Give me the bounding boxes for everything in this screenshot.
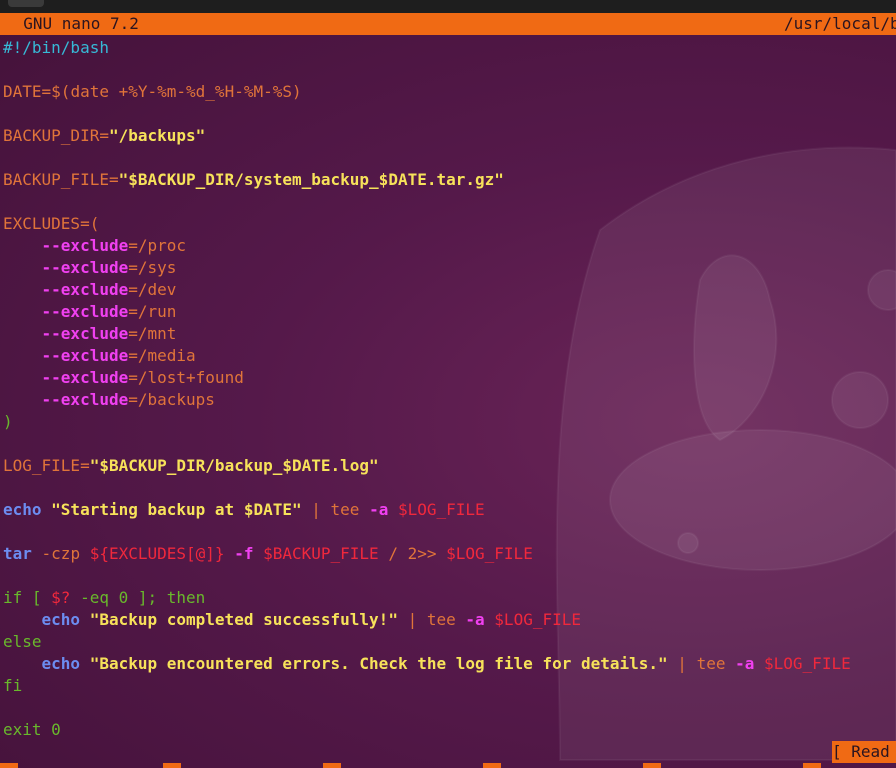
code-line-14: --exclude=/mnt bbox=[41, 324, 177, 343]
editor-text-area[interactable]: #!/bin/bash DATE=$(date +%Y-%m-%d_%H-%M-… bbox=[3, 37, 851, 741]
nano-title-bar: GNU nano 7.2 /usr/local/b bbox=[0, 13, 896, 35]
editor-version: GNU nano 7.2 bbox=[4, 14, 139, 33]
code-line-26: if [ $? -eq 0 ]; then bbox=[3, 588, 206, 607]
shortcut-bar bbox=[0, 763, 896, 768]
code-line-11: --exclude=/sys bbox=[41, 258, 177, 277]
code-line-17: --exclude=/backups bbox=[41, 390, 215, 409]
shortcut-key[interactable] bbox=[803, 763, 821, 768]
code-line-30: fi bbox=[3, 676, 23, 695]
terminal-tab[interactable] bbox=[8, 0, 44, 7]
code-line-28: else bbox=[3, 632, 42, 651]
code-line-10: --exclude=/proc bbox=[41, 236, 187, 255]
status-message: [ Read bbox=[832, 741, 896, 763]
code-line-13: --exclude=/run bbox=[41, 302, 177, 321]
code-line-32: exit 0 bbox=[3, 720, 61, 739]
shortcut-key[interactable] bbox=[163, 763, 181, 768]
shortcut-key[interactable] bbox=[643, 763, 661, 768]
code-line-3: DATE=$(date +%Y-%m-%d_%H-%M-%S) bbox=[3, 82, 302, 101]
terminal-tab-strip bbox=[0, 0, 896, 13]
code-line-16: --exclude=/lost+found bbox=[41, 368, 244, 387]
file-path: /usr/local/b bbox=[784, 14, 896, 33]
code-line-29: echo "Backup encountered errors. Check t… bbox=[41, 654, 851, 673]
code-line-27: echo "Backup completed successfully!" | … bbox=[41, 610, 581, 629]
code-line-15: --exclude=/media bbox=[41, 346, 196, 365]
shortcut-key[interactable] bbox=[323, 763, 341, 768]
code-line-18: ) bbox=[3, 412, 13, 431]
shortcut-key[interactable] bbox=[483, 763, 501, 768]
code-line-7: BACKUP_FILE="$BACKUP_DIR/system_backup_$… bbox=[3, 170, 504, 189]
code-line-12: --exclude=/dev bbox=[41, 280, 177, 299]
shebang: #!/bin/bash bbox=[3, 38, 109, 57]
code-line-24: tar -czp ${EXCLUDES[@]} -f $BACKUP_FILE … bbox=[3, 544, 533, 563]
code-line-22: echo "Starting backup at $DATE" | tee -a… bbox=[3, 500, 485, 519]
code-line-5: BACKUP_DIR="/backups" bbox=[3, 126, 206, 145]
code-line-20: LOG_FILE="$BACKUP_DIR/backup_$DATE.log" bbox=[3, 456, 379, 475]
code-line-1: #!/bin/bash bbox=[3, 37, 851, 59]
code-line-9: EXCLUDES=( bbox=[3, 214, 100, 233]
shortcut-key[interactable] bbox=[0, 763, 18, 768]
